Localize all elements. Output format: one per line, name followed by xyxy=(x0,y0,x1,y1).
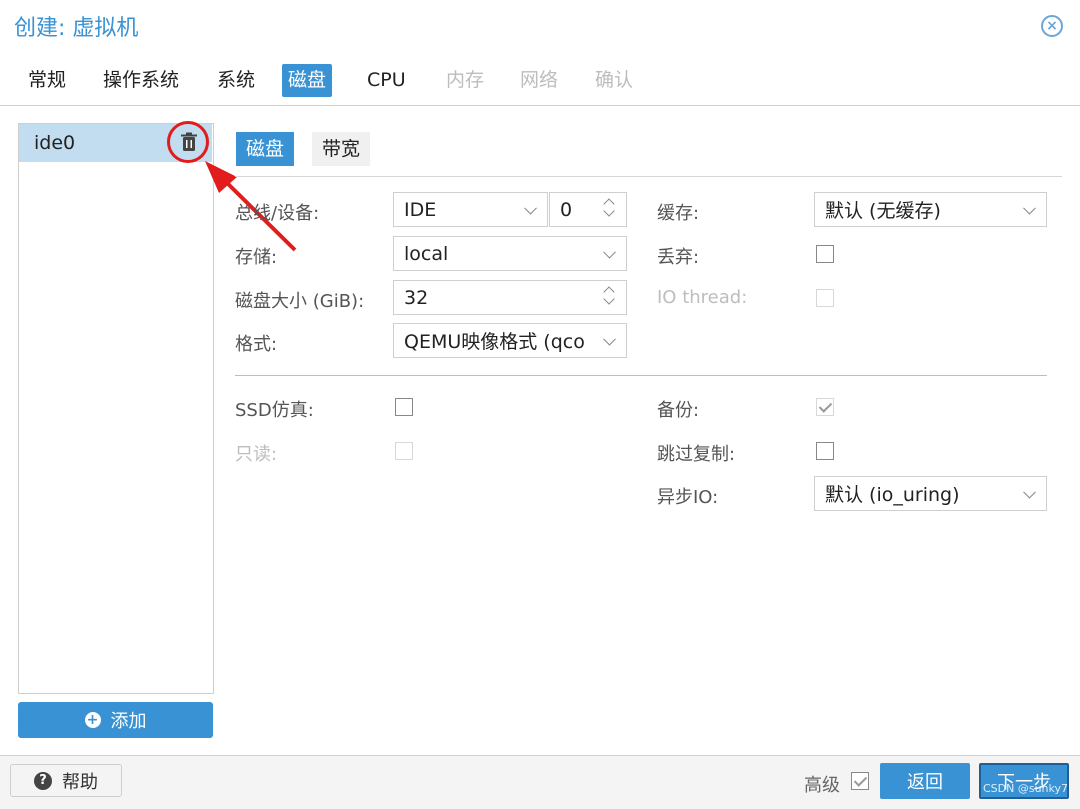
backup-checkbox xyxy=(816,398,834,416)
tab-disks[interactable]: 磁盘 xyxy=(282,64,333,97)
spinner-icon xyxy=(604,285,614,309)
io-thread-checkbox xyxy=(816,289,834,307)
subtab-bandwidth[interactable]: 带宽 xyxy=(312,132,371,166)
discard-checkbox[interactable] xyxy=(816,245,834,263)
tab-system[interactable]: 系统 xyxy=(211,64,261,97)
format-label: 格式: xyxy=(235,334,278,355)
io-thread-label: IO thread: xyxy=(657,287,748,308)
skip-replication-label: 跳过复制: xyxy=(657,444,736,465)
chevron-down-icon xyxy=(524,201,537,215)
chevron-down-icon xyxy=(603,245,616,259)
help-button[interactable]: ? 帮助 xyxy=(10,764,122,797)
async-io-select[interactable]: 默认 (io_uring) xyxy=(814,476,1047,511)
chevron-down-icon xyxy=(1023,201,1036,215)
plus-icon: + xyxy=(84,712,101,728)
add-label: 添加 xyxy=(110,711,147,732)
subtab-divider xyxy=(235,176,1062,177)
window-title: 创建: 虚拟机 xyxy=(14,16,139,41)
advanced-checkbox[interactable] xyxy=(851,772,869,790)
tab-confirm: 确认 xyxy=(595,69,634,91)
help-label: 帮助 xyxy=(62,771,98,793)
skip-replication-checkbox[interactable] xyxy=(816,442,834,460)
ssd-label: SSD仿真: xyxy=(235,400,314,421)
help-icon: ? xyxy=(34,771,52,790)
bus-select[interactable]: IDE xyxy=(393,192,548,227)
read-only-checkbox xyxy=(395,442,413,460)
storage-label: 存储: xyxy=(235,247,278,268)
advanced-label: 高级 xyxy=(804,775,840,796)
ssd-checkbox[interactable] xyxy=(395,398,413,416)
back-button[interactable]: 返回 xyxy=(880,763,970,799)
cache-label: 缓存: xyxy=(657,203,700,224)
tab-os[interactable]: 操作系统 xyxy=(97,64,185,97)
subtab-disk[interactable]: 磁盘 xyxy=(236,132,295,166)
check-icon xyxy=(818,399,833,413)
disk-size-input[interactable]: 32 xyxy=(393,280,627,315)
tab-cpu[interactable]: CPU xyxy=(361,64,412,97)
format-select[interactable]: QEMU映像格式 (qco xyxy=(393,323,627,358)
section-divider xyxy=(235,375,1047,376)
read-only-label: 只读: xyxy=(235,444,278,465)
backup-label: 备份: xyxy=(657,400,700,421)
device-number-stepper[interactable]: 0 xyxy=(549,192,627,227)
bus-device-label: 总线/设备: xyxy=(235,203,320,224)
add-disk-button[interactable]: + 添加 xyxy=(18,702,213,738)
discard-label: 丢弃: xyxy=(657,247,700,268)
watermark: CSDN @sunky7 xyxy=(983,782,1069,795)
storage-select[interactable]: local xyxy=(393,236,627,271)
check-icon xyxy=(853,773,868,787)
spinner-icon xyxy=(604,197,614,221)
chevron-down-icon xyxy=(1023,485,1036,499)
list-item-label: ide0 xyxy=(34,132,76,154)
cache-select[interactable]: 默认 (无缓存) xyxy=(814,192,1047,227)
tab-memory: 内存 xyxy=(446,69,485,91)
close-icon[interactable]: × xyxy=(1041,15,1063,37)
async-io-label: 异步IO: xyxy=(657,487,719,508)
chevron-down-icon xyxy=(603,332,616,346)
disk-size-label: 磁盘大小 (GiB): xyxy=(235,291,365,312)
disk-list xyxy=(18,123,214,694)
tab-general[interactable]: 常规 xyxy=(22,64,72,97)
tab-network: 网络 xyxy=(520,69,559,91)
